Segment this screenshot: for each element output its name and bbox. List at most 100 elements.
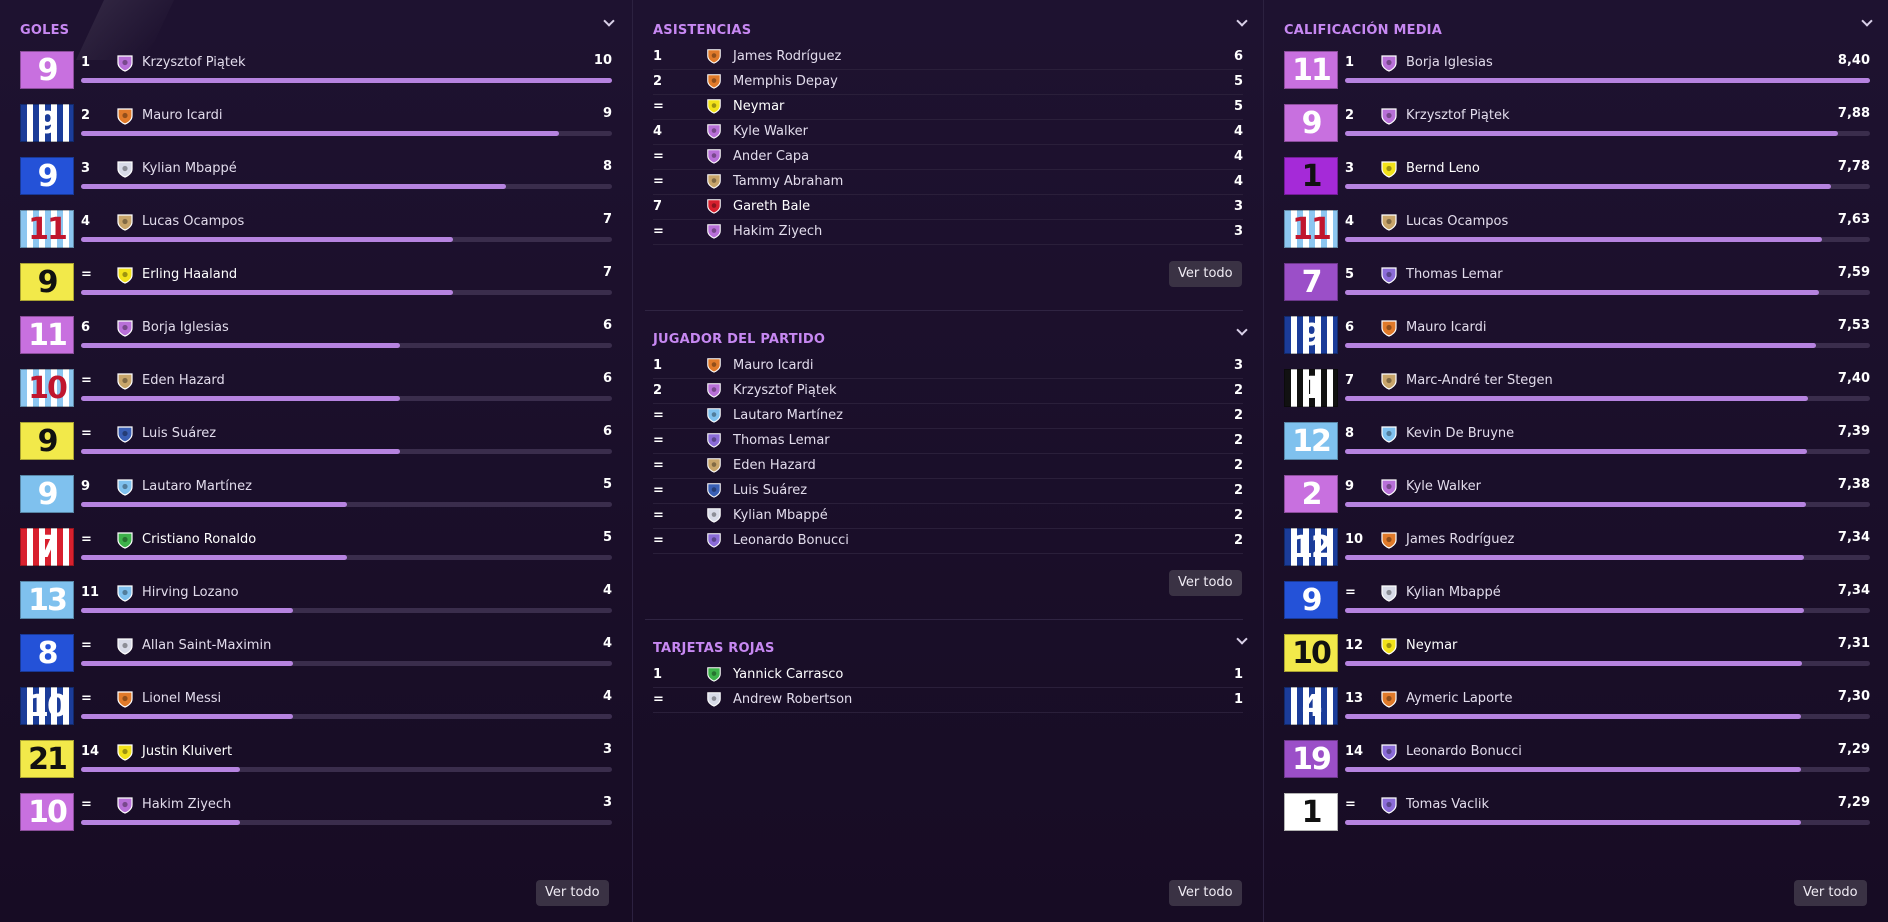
club-crest-icon[interactable]: [706, 666, 722, 682]
club-crest-icon[interactable]: [706, 357, 722, 373]
player-name[interactable]: Neymar: [1406, 638, 1457, 653]
player-name[interactable]: Leonardo Bonucci: [733, 533, 849, 548]
list-item[interactable]: = Kylian Mbappé 2: [653, 503, 1243, 529]
list-item[interactable]: = Neymar 5: [653, 94, 1243, 120]
player-row[interactable]: 9 = Luis Suárez 6: [20, 422, 612, 466]
list-item[interactable]: = Ander Capa 4: [653, 144, 1243, 170]
club-crest-icon[interactable]: [1380, 266, 1398, 284]
club-crest-icon[interactable]: [706, 98, 722, 114]
player-row[interactable]: 2 9 Kyle Walker 7,38: [1284, 475, 1870, 519]
player-name[interactable]: Thomas Lemar: [1406, 267, 1503, 282]
player-row[interactable]: 11 6 Borja Iglesias 6: [20, 316, 612, 360]
player-row[interactable]: 11 4 Lucas Ocampos 7,63: [1284, 210, 1870, 254]
club-crest-icon[interactable]: [706, 123, 722, 139]
player-row[interactable]: 13 11 Hirving Lozano 4: [20, 581, 612, 625]
club-crest-icon[interactable]: [116, 160, 134, 178]
list-item[interactable]: 4 Kyle Walker 4: [653, 119, 1243, 145]
player-name[interactable]: Luis Suárez: [142, 426, 216, 441]
list-item[interactable]: = Tammy Abraham 4: [653, 169, 1243, 195]
club-crest-icon[interactable]: [1380, 584, 1398, 602]
player-name[interactable]: Hakim Ziyech: [733, 224, 822, 239]
list-item[interactable]: 1 Yannick Carrasco 1: [653, 662, 1243, 688]
player-row[interactable]: 8 = Allan Saint-Maximin 4: [20, 634, 612, 678]
club-crest-icon[interactable]: [1380, 107, 1398, 125]
player-name[interactable]: Kyle Walker: [1406, 479, 1481, 494]
player-name[interactable]: Bernd Leno: [1406, 161, 1480, 176]
club-crest-icon[interactable]: [116, 213, 134, 231]
list-item[interactable]: = Leonardo Bonucci 2: [653, 528, 1243, 554]
player-name[interactable]: Kylian Mbappé: [142, 161, 237, 176]
list-item[interactable]: 2 Memphis Depay 5: [653, 69, 1243, 95]
player-row[interactable]: 4 13 Aymeric Laporte 7,30: [1284, 687, 1870, 731]
player-name[interactable]: Lionel Messi: [142, 691, 221, 706]
player-row[interactable]: 9 3 Kylian Mbappé 8: [20, 157, 612, 201]
club-crest-icon[interactable]: [706, 148, 722, 164]
player-row[interactable]: 1 = Tomas Vaclik 7,29: [1284, 793, 1870, 837]
jugador-partido-ver-todo-button[interactable]: Ver todo: [1169, 570, 1242, 596]
list-item[interactable]: = Lautaro Martínez 2: [653, 403, 1243, 429]
player-name[interactable]: Mauro Icardi: [733, 358, 814, 373]
club-crest-icon[interactable]: [706, 507, 722, 523]
player-row[interactable]: 9 2 Mauro Icardi 9: [20, 104, 612, 148]
club-crest-icon[interactable]: [706, 432, 722, 448]
club-crest-icon[interactable]: [1380, 372, 1398, 390]
club-crest-icon[interactable]: [706, 482, 722, 498]
player-row[interactable]: 7 5 Thomas Lemar 7,59: [1284, 263, 1870, 307]
club-crest-icon[interactable]: [1380, 319, 1398, 337]
chevron-down-icon[interactable]: [1236, 325, 1248, 337]
player-row[interactable]: 1 3 Bernd Leno 7,78: [1284, 157, 1870, 201]
player-name[interactable]: Krzysztof Piątek: [1406, 108, 1510, 123]
club-crest-icon[interactable]: [706, 691, 722, 707]
player-name[interactable]: Tomas Vaclik: [1406, 797, 1489, 812]
player-name[interactable]: Krzysztof Piątek: [142, 55, 246, 70]
player-name[interactable]: Lucas Ocampos: [142, 214, 244, 229]
club-crest-icon[interactable]: [116, 584, 134, 602]
list-item[interactable]: = Hakim Ziyech 3: [653, 219, 1243, 245]
player-name[interactable]: Eden Hazard: [733, 458, 816, 473]
player-name[interactable]: Kylian Mbappé: [1406, 585, 1501, 600]
player-name[interactable]: Mauro Icardi: [1406, 320, 1487, 335]
chevron-down-icon[interactable]: [1236, 16, 1248, 28]
asistencias-ver-todo-button[interactable]: Ver todo: [1169, 261, 1242, 287]
club-crest-icon[interactable]: [116, 425, 134, 443]
player-name[interactable]: Kylian Mbappé: [733, 508, 828, 523]
club-crest-icon[interactable]: [706, 457, 722, 473]
club-crest-icon[interactable]: [706, 198, 722, 214]
player-name[interactable]: Hirving Lozano: [142, 585, 239, 600]
player-name[interactable]: Allan Saint-Maximin: [142, 638, 271, 653]
player-name[interactable]: Memphis Depay: [733, 74, 838, 89]
player-name[interactable]: Lucas Ocampos: [1406, 214, 1508, 229]
player-name[interactable]: Yannick Carrasco: [733, 667, 843, 682]
list-item[interactable]: 1 James Rodríguez 6: [653, 44, 1243, 70]
list-item[interactable]: 1 Mauro Icardi 3: [653, 353, 1243, 379]
player-row[interactable]: 9 1 Krzysztof Piątek 10: [20, 51, 612, 95]
calificacion-ver-todo-button[interactable]: Ver todo: [1794, 880, 1867, 906]
list-item[interactable]: = Luis Suárez 2: [653, 478, 1243, 504]
club-crest-icon[interactable]: [706, 407, 722, 423]
player-row[interactable]: 9 = Erling Haaland 7: [20, 263, 612, 307]
player-name[interactable]: Luis Suárez: [733, 483, 807, 498]
chevron-down-icon[interactable]: [603, 16, 615, 28]
club-crest-icon[interactable]: [1380, 478, 1398, 496]
player-row[interactable]: 11 1 Borja Iglesias 8,40: [1284, 51, 1870, 95]
player-row[interactable]: 10 = Lionel Messi 4: [20, 687, 612, 731]
player-row[interactable]: 9 6 Mauro Icardi 7,53: [1284, 316, 1870, 360]
player-name[interactable]: Marc-André ter Stegen: [1406, 373, 1553, 388]
player-row[interactable]: 7 = Cristiano Ronaldo 5: [20, 528, 612, 572]
player-row[interactable]: 9 2 Krzysztof Piątek 7,88: [1284, 104, 1870, 148]
player-name[interactable]: Lautaro Martínez: [733, 408, 843, 423]
player-row[interactable]: 12 10 James Rodríguez 7,34: [1284, 528, 1870, 572]
player-row[interactable]: 9 = Kylian Mbappé 7,34: [1284, 581, 1870, 625]
player-row[interactable]: 21 14 Justin Kluivert 3: [20, 740, 612, 784]
player-name[interactable]: Borja Iglesias: [142, 320, 229, 335]
player-name[interactable]: Thomas Lemar: [733, 433, 830, 448]
club-crest-icon[interactable]: [706, 73, 722, 89]
club-crest-icon[interactable]: [1380, 160, 1398, 178]
player-name[interactable]: Erling Haaland: [142, 267, 237, 282]
club-crest-icon[interactable]: [116, 690, 134, 708]
player-row[interactable]: 1 7 Marc-André ter Stegen 7,40: [1284, 369, 1870, 413]
player-name[interactable]: Borja Iglesias: [1406, 55, 1493, 70]
player-name[interactable]: Kyle Walker: [733, 124, 808, 139]
player-row[interactable]: 10 = Hakim Ziyech 3: [20, 793, 612, 837]
player-row[interactable]: 10 12 Neymar 7,31: [1284, 634, 1870, 678]
